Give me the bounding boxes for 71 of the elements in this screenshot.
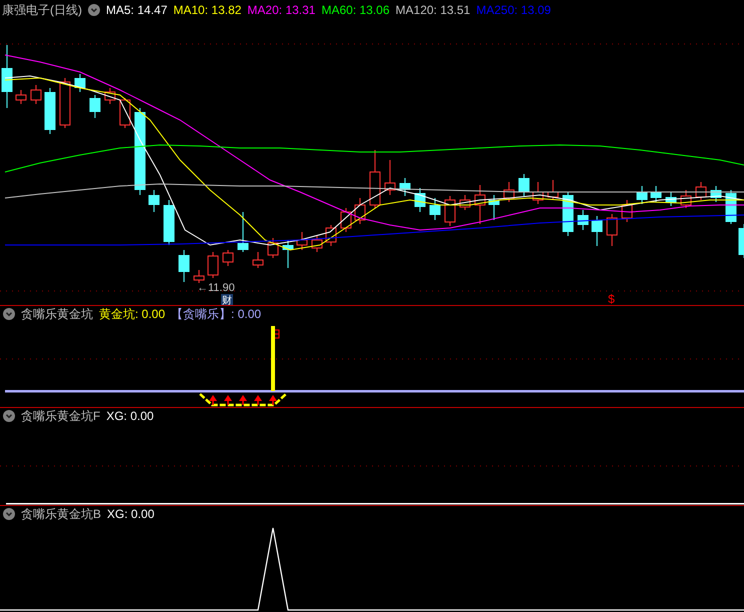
candlestick [74,74,86,92]
candlestick [606,214,618,246]
candlestick [370,150,380,208]
moving-average-value: MA20: 13.31 [247,4,316,16]
low-price-label: ←11.90 [197,282,235,294]
candlestick [504,182,514,202]
collapse-chevron-icon[interactable] [3,508,15,520]
candlestick [194,270,204,284]
candlestick [60,78,70,128]
candlestick [710,186,722,202]
moving-average-value: MA60: 13.06 [321,4,390,16]
finance-badge-background [221,294,233,305]
candlestick [430,198,440,220]
candlestick [650,186,662,202]
candlestick [622,200,632,222]
candlestick [340,208,352,232]
candlestick [592,216,602,246]
candlestick [474,184,486,224]
indicator-value: XG: 0.00 [106,410,154,422]
candlestick [312,236,322,252]
candlestick [30,84,42,104]
collapse-chevron-icon[interactable] [3,308,15,320]
moving-average-value: MA5: 14.47 [106,4,168,16]
candlestick [680,190,692,208]
candlestick [178,250,190,282]
indicator-name: 贪嘴乐黄金坑B [21,508,102,520]
collapse-chevron-icon[interactable] [88,4,100,16]
candlestick [666,192,676,206]
candlestick [518,174,530,196]
candlestick [296,232,308,250]
signal-flag-icon [274,330,280,338]
candlestick [384,160,396,196]
finance-badge[interactable]: 财 [222,296,232,305]
candlestick [104,88,116,104]
candlestick [2,44,12,108]
candlestick [148,190,160,212]
indicator-name: 贪嘴乐黄金坑F [21,410,100,422]
candlestick [578,210,588,230]
candlestick [636,186,648,204]
candlestick [164,200,174,246]
dollar-marker: $ [608,292,615,305]
indicator-value: 【贪嘴乐】: 0.00 [171,308,262,320]
collapse-chevron-icon[interactable] [3,410,15,422]
candlestick [90,94,100,118]
candlestick [400,178,410,196]
candlestick [44,88,56,134]
candlestick [326,224,336,246]
candlestick [460,194,470,210]
candlestick [414,188,426,212]
moving-average-value: MA250: 13.09 [476,4,551,16]
candlestick [120,98,130,128]
candlestick [696,182,706,200]
candlestick [444,196,456,226]
candlestick [354,198,366,224]
candlestick [252,252,264,268]
signal-bar [271,326,275,391]
candlestick [268,238,278,258]
candlestick [532,182,544,204]
indicator-value: XG: 0.00 [107,508,154,520]
candlestick [238,212,248,252]
moving-average-value: MA120: 13.51 [396,4,470,16]
candlestick [222,250,234,266]
candlestick [548,180,558,200]
moving-average-value: MA10: 13.82 [173,4,242,16]
candlestick [208,252,218,278]
stock-title: 康强电子(日线) [2,4,82,16]
candlestick [282,240,294,268]
candlestick [488,194,500,220]
indicator-value: 黄金坑: 0.00 [99,308,166,320]
indicator-name: 贪嘴乐黄金坑 [21,308,93,320]
candlestick [16,90,26,104]
